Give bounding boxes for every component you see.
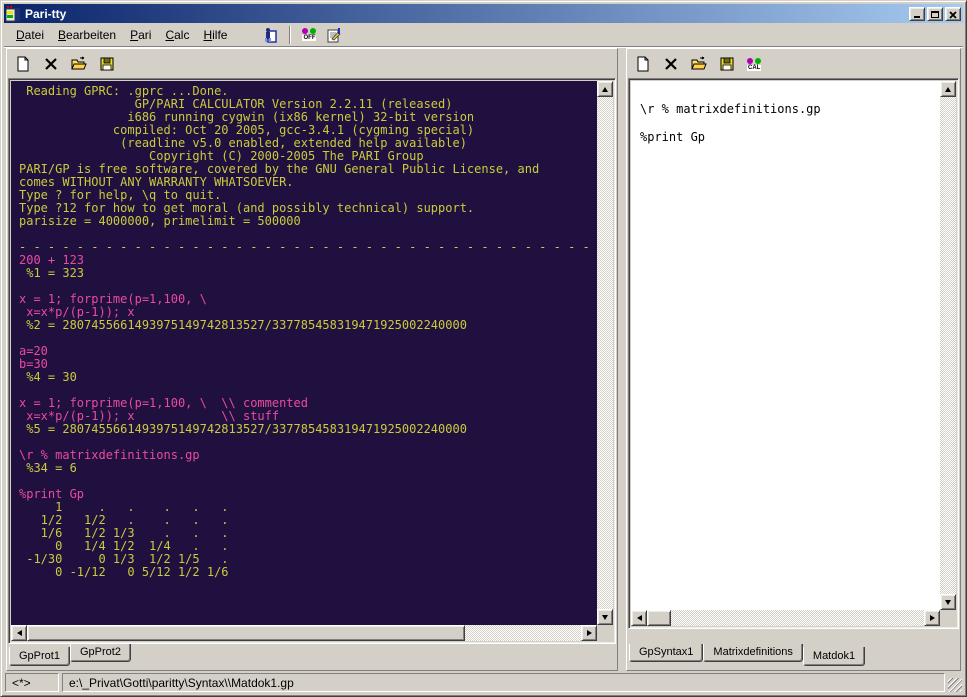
arrow-right-icon: [587, 630, 592, 636]
arrow-left-icon: [637, 615, 642, 621]
minimize-button[interactable]: [909, 7, 925, 21]
scroll-left-button[interactable]: [631, 610, 647, 626]
statusbar: <*> e:\_Privat\Gotti\paritty\Syntax\\Mat…: [4, 671, 963, 693]
h-scrollbar-thumb[interactable]: [647, 610, 671, 626]
menu-pari[interactable]: Pari: [124, 26, 157, 44]
menubar: Datei Bearbeiten Pari Calc Hilfe OFF: [4, 23, 963, 47]
v-scrollbar-track[interactable]: [597, 97, 613, 609]
minimize-icon: [914, 16, 920, 18]
open-file-button[interactable]: [69, 54, 89, 74]
tab-gpprot2[interactable]: GpProt2: [70, 644, 131, 662]
toolbar-separator: [289, 26, 291, 44]
h-scrollbar-thumb[interactable]: [27, 625, 465, 641]
tab-matrixdefinitions[interactable]: Matrixdefinitions: [703, 644, 802, 662]
calc-run-button[interactable]: CAL: [745, 56, 763, 73]
maximize-icon: [931, 11, 939, 18]
close-icon: [949, 11, 957, 19]
save-file-button[interactable]: [97, 54, 117, 74]
scroll-left-button[interactable]: [11, 625, 27, 641]
save-floppy-icon: [719, 56, 735, 72]
scroll-up-button[interactable]: [597, 81, 613, 97]
console-output[interactable]: Reading GPRC: .gprc ...Done. GP/PARI CAL…: [11, 81, 597, 625]
arrow-down-icon: [945, 600, 951, 605]
editor-frame: \r % matrixdefinitions.gp %print Gp: [628, 78, 959, 629]
scroll-down-button[interactable]: [597, 609, 613, 625]
scroll-up-button[interactable]: [940, 81, 956, 97]
console-v-scrollbar: [597, 81, 613, 641]
console-frame: Reading GPRC: .gprc ...Done. GP/PARI CAL…: [8, 78, 616, 644]
editor-toolbar: CAL: [628, 50, 959, 78]
scrollbar-corner: [940, 610, 956, 626]
window-title: Pari-tty: [25, 7, 906, 21]
titlebar: Pari-tty: [4, 4, 963, 23]
console-pane: Reading GPRC: .gprc ...Done. GP/PARI CAL…: [6, 48, 618, 671]
open-folder-icon: [691, 56, 707, 72]
console-tabs: GpProt1 GpProt2: [8, 644, 616, 669]
close-session-button[interactable]: [41, 54, 61, 74]
app-window: Pari-tty Datei Bearbeiten Pari Calc Hilf…: [0, 0, 967, 697]
save-floppy-icon: [99, 56, 115, 72]
arrow-down-icon: [602, 615, 608, 620]
pane-splitter[interactable]: [618, 48, 626, 671]
tab-matdok1[interactable]: Matdok1: [803, 647, 865, 666]
properties-icon: [326, 27, 342, 43]
arrow-right-icon: [930, 615, 935, 621]
app-icon: [6, 6, 22, 22]
delete-x-icon: [663, 56, 679, 72]
new-document-icon: [15, 56, 31, 72]
cal-label: CAL: [747, 65, 761, 71]
close-editor-button[interactable]: [661, 54, 681, 74]
off-toggle-label: OFF: [302, 35, 316, 41]
scroll-right-button[interactable]: [924, 610, 940, 626]
open-folder-icon: [71, 56, 87, 72]
off-toggle-icon: [302, 28, 316, 34]
resize-grip[interactable]: [948, 678, 962, 692]
scrollbar-corner: [597, 625, 613, 641]
new-document-icon: [635, 56, 651, 72]
properties-button[interactable]: [324, 25, 344, 45]
main-content: Reading GPRC: .gprc ...Done. GP/PARI CAL…: [4, 47, 963, 671]
arrow-up-icon: [602, 87, 608, 92]
arrow-left-icon: [17, 630, 22, 636]
editor-tabs: GpSyntax1 Matrixdefinitions Matdok1: [628, 644, 959, 669]
editor-pane: CAL \r % matrixdefinitions.gp %print Gp: [626, 48, 961, 671]
h-scrollbar-track[interactable]: [465, 625, 581, 641]
editor-content[interactable]: \r % matrixdefinitions.gp %print Gp: [631, 81, 940, 610]
close-button[interactable]: [945, 7, 961, 21]
gp-interrupt-button[interactable]: [260, 25, 280, 45]
menu-datei[interactable]: Datei: [10, 26, 50, 44]
scroll-down-button[interactable]: [940, 594, 956, 610]
editor-v-scrollbar: [940, 81, 956, 626]
echo-off-toggle-button[interactable]: OFF: [300, 26, 318, 43]
status-mode: <*>: [5, 673, 59, 692]
console-toolbar: [8, 50, 616, 78]
delete-x-icon: [43, 56, 59, 72]
menu-calc[interactable]: Calc: [159, 26, 195, 44]
scroll-right-button[interactable]: [581, 625, 597, 641]
person-door-icon: [262, 27, 278, 43]
v-scrollbar-track[interactable]: [940, 97, 956, 594]
maximize-button[interactable]: [927, 7, 943, 21]
tab-gpprot1[interactable]: GpProt1: [9, 647, 70, 666]
new-editor-button[interactable]: [633, 54, 653, 74]
save-editor-file-button[interactable]: [717, 54, 737, 74]
h-scrollbar-track[interactable]: [671, 610, 924, 626]
open-editor-file-button[interactable]: [689, 54, 709, 74]
editor-h-scrollbar: [631, 610, 940, 626]
new-session-button[interactable]: [13, 54, 33, 74]
arrow-up-icon: [945, 87, 951, 92]
menu-hilfe[interactable]: Hilfe: [197, 26, 233, 44]
menu-bearbeiten[interactable]: Bearbeiten: [52, 26, 122, 44]
console-h-scrollbar: [11, 625, 597, 641]
status-filepath: e:\_Privat\Gotti\paritty\Syntax\\Matdok1…: [62, 673, 945, 692]
cal-icon: [747, 58, 761, 64]
tab-gpsyntax1[interactable]: GpSyntax1: [629, 644, 703, 662]
